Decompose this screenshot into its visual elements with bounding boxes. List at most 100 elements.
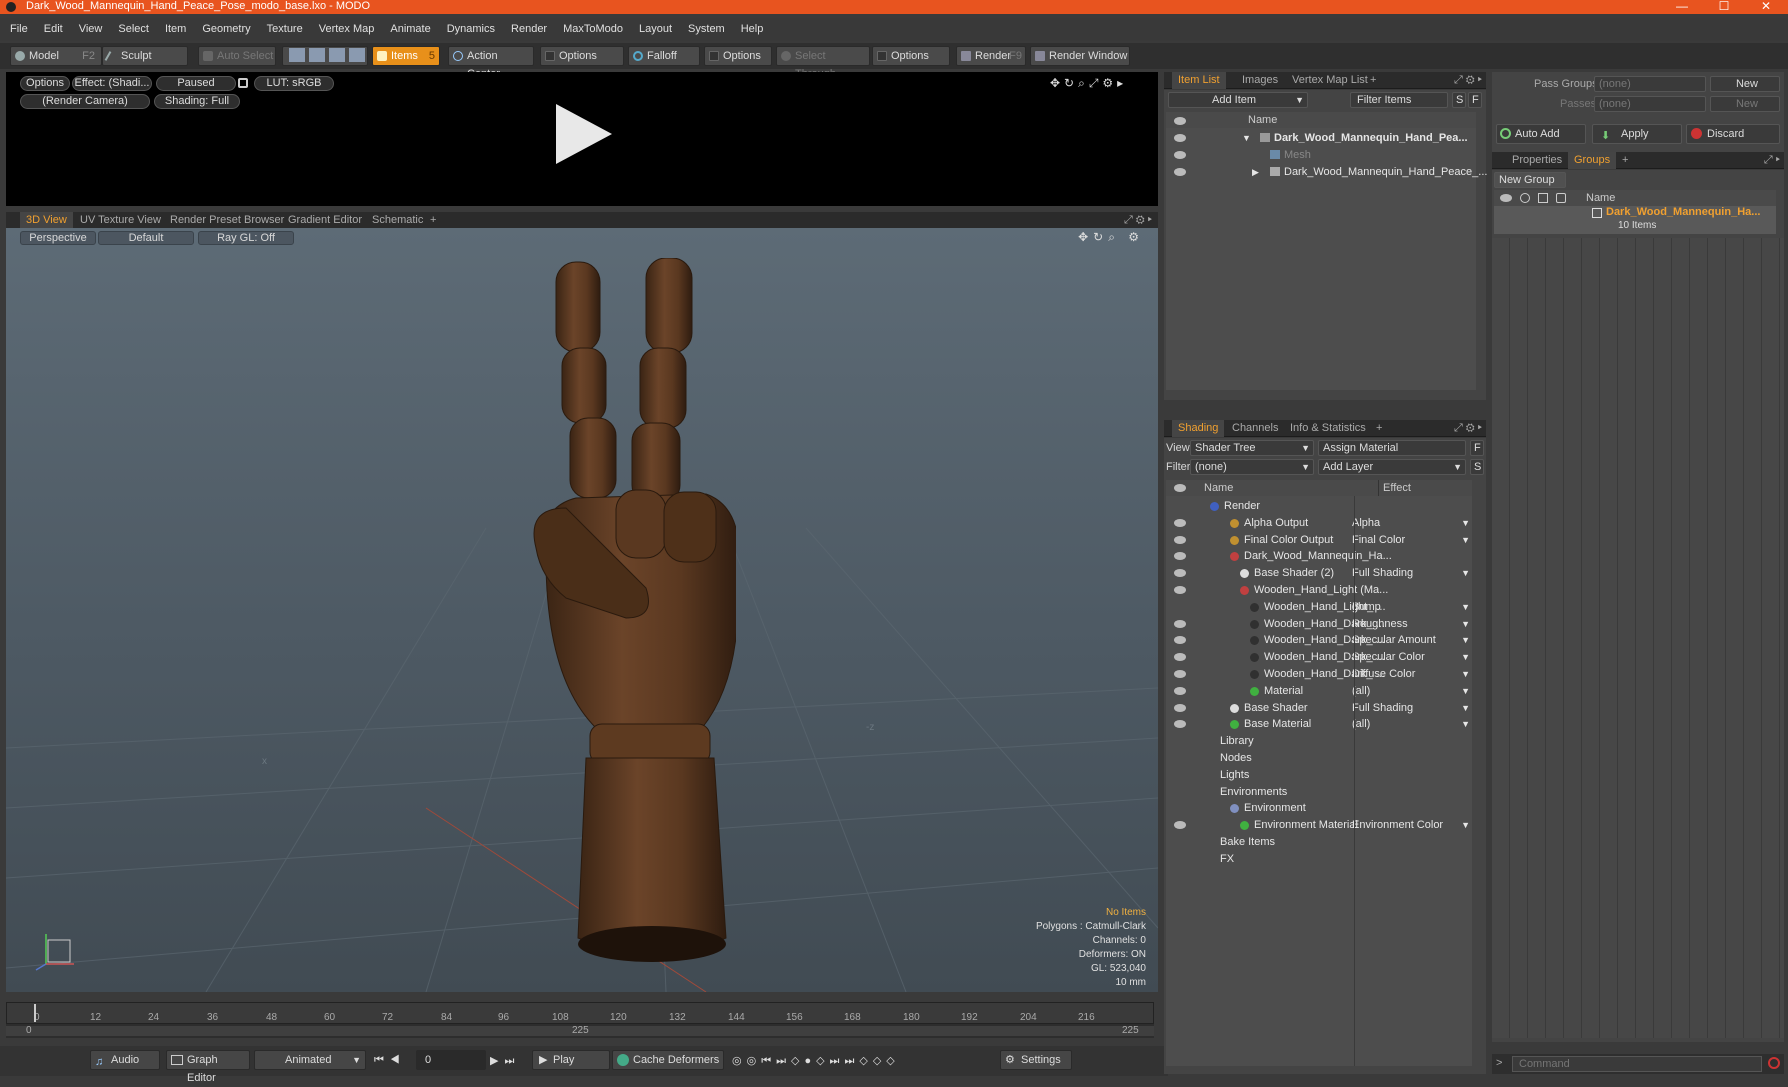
edges-mode-icon[interactable] [309,48,325,62]
shading-s-button[interactable]: S [1470,459,1484,475]
graph-editor-button[interactable]: Graph Editor [166,1050,250,1084]
menu-file[interactable]: File [2,18,36,41]
menu-system[interactable]: System [680,18,733,41]
mannequin-hand-model[interactable] [506,258,736,978]
menu-help[interactable]: Help [733,18,772,41]
preview-paused-toggle[interactable]: Paused [156,76,236,91]
animated-dropdown[interactable]: Animated ▼ [254,1050,366,1070]
dropdown-arrow-icon[interactable]: ▼ [1461,632,1470,648]
options-button-2[interactable]: Options [704,46,772,66]
view-dropdown[interactable]: Shader Tree ▼ [1190,440,1314,456]
menu-maxtomodo[interactable]: MaxToModo [555,18,631,41]
tab-groups[interactable]: Groups [1568,152,1617,169]
menu-layout[interactable]: Layout [631,18,680,41]
preview-nav-icons[interactable]: ✥↻⌕⤢⚙▸ [1050,76,1127,91]
new-pass-button[interactable]: New [1710,96,1780,112]
minimize-button[interactable]: — [1662,0,1702,14]
dropdown-arrow-icon[interactable]: ▼ [1461,817,1470,833]
panel-options-icon[interactable]: ⤢ ▸ [1764,154,1780,167]
perspective-dropdown[interactable]: Perspective [20,231,96,245]
shader-tree-row[interactable]: Environment [1166,800,1472,816]
eye-icon[interactable] [1174,821,1186,830]
dropdown-arrow-icon[interactable]: ▼ [1461,683,1470,699]
command-stop-icon[interactable] [1768,1057,1780,1069]
transport-prev-icons[interactable]: ⏮◀ [374,1054,406,1067]
polygons-mode-icon[interactable] [329,48,345,62]
dropdown-arrow-icon[interactable]: ▼ [1461,700,1470,716]
panel-options-icon[interactable]: ⤢ ⚙ ▸ [1454,74,1482,87]
layer-effect[interactable]: Roughness [1352,616,1408,632]
vertices-mode-icon[interactable] [289,48,305,62]
add-layer-dropdown[interactable]: Add Layer ▼ [1318,459,1466,475]
list-item[interactable]: Mesh [1166,147,1476,163]
layer-effect[interactable]: Final Color [1352,532,1405,548]
effect-column-header[interactable]: Effect [1378,480,1411,496]
auto-select-button[interactable]: Auto Select [198,46,276,66]
dropdown-arrow-icon[interactable]: ▼ [1461,599,1470,615]
tab-gradient-editor[interactable]: Gradient Editor [282,212,368,229]
filter-f-button[interactable]: F [1468,92,1482,108]
eye-icon[interactable] [1174,686,1186,695]
render-button[interactable]: Render F9 [956,46,1026,66]
shader-tree-row[interactable]: Alpha Output Alpha ▼ [1166,515,1472,531]
add-tab-button[interactable]: + [424,212,442,229]
list-item[interactable]: ▼ Dark_Wood_Mannequin_Hand_Pea... [1166,130,1476,146]
shader-tree-row[interactable]: Base Material (all) ▼ [1166,716,1472,732]
auto-add-button[interactable]: Auto Add [1496,124,1586,144]
add-item-dropdown[interactable]: Add Item ▼ [1168,92,1308,108]
cache-deformers-button[interactable]: Cache Deformers [612,1050,724,1070]
viewport-tab-options-icon[interactable]: ⤢ ⚙ ▸ [1124,214,1152,227]
collapse-arrow-icon[interactable]: ▶ [1252,164,1259,180]
add-tab-button[interactable]: + [1616,152,1634,169]
playhead[interactable] [34,1004,36,1022]
layer-effect[interactable]: Alpha [1352,515,1380,531]
passes-dropdown[interactable]: (none) [1594,96,1706,112]
options-button-1[interactable]: Options [540,46,624,66]
options-button-3[interactable]: Options [872,46,950,66]
add-tab-button[interactable]: + [1364,72,1382,89]
expand-arrow-icon[interactable]: ▼ [1242,130,1251,146]
menu-geometry[interactable]: Geometry [194,18,258,41]
shading-f-button[interactable]: F [1470,440,1484,456]
eye-icon[interactable] [1174,552,1186,561]
shader-tree-row[interactable]: Base Shader (2) Full Shading ▼ [1166,565,1472,581]
tab-uv-texture-view[interactable]: UV Texture View [74,212,167,229]
close-button[interactable]: ✕ [1746,0,1786,14]
tab-shading[interactable]: Shading [1172,420,1225,437]
eye-icon[interactable] [1174,703,1186,712]
materials-mode-icon[interactable] [349,48,365,62]
preview-options-button[interactable]: Options [20,76,70,91]
dropdown-arrow-icon[interactable]: ▼ [1461,716,1470,732]
menu-texture[interactable]: Texture [259,18,311,41]
play-icon[interactable] [550,102,614,166]
layer-effect[interactable]: Full Shading [1352,565,1413,581]
eye-icon[interactable] [1174,653,1186,662]
layer-effect[interactable]: Full Shading [1352,700,1413,716]
eye-icon[interactable] [1174,535,1186,544]
group-row[interactable]: Dark_Wood_Mannequin_Ha... 10 Items [1494,206,1776,234]
tab-channels[interactable]: Channels [1226,420,1284,437]
viewport-nav-icons[interactable]: ✥↻⌕ ⚙ [1078,230,1144,245]
eye-icon[interactable] [1174,670,1186,678]
shader-tree-row[interactable]: Base Shader Full Shading ▼ [1166,700,1472,716]
eye-icon[interactable] [1174,569,1186,578]
panel-options-icon[interactable]: ⤢ ⚙ ▸ [1454,422,1482,435]
shader-tree-row[interactable]: Wooden_Hand_Dark_ ... Specular Amount ▼ [1166,632,1472,648]
tab-info-statistics[interactable]: Info & Statistics [1284,420,1372,437]
dropdown-arrow-icon[interactable]: ▼ [1461,515,1470,531]
dropdown-arrow-icon[interactable]: ▼ [1461,649,1470,665]
menu-edit[interactable]: Edit [36,18,71,41]
shader-tree-row[interactable]: Wooden_Hand_Dark_ ... Diffuse Color ▼ [1166,666,1472,682]
eye-icon[interactable] [1174,151,1186,159]
lut-dropdown[interactable]: LUT: sRGB [254,76,334,91]
tab-schematic[interactable]: Schematic [366,212,429,229]
dropdown-arrow-icon[interactable]: ▼ [1461,616,1470,632]
transport-next-icons[interactable]: ▶⏭ [490,1054,520,1068]
render-window-button[interactable]: Render Window [1030,46,1130,66]
layer-effect[interactable]: Diffuse Color [1352,666,1415,682]
falloff-button[interactable]: Falloff [628,46,700,66]
apply-button[interactable]: ⬇ Apply [1592,124,1682,144]
eye-icon[interactable] [1174,636,1186,645]
menu-render[interactable]: Render [503,18,555,41]
shader-tree-row[interactable]: Bake Items [1166,834,1472,850]
